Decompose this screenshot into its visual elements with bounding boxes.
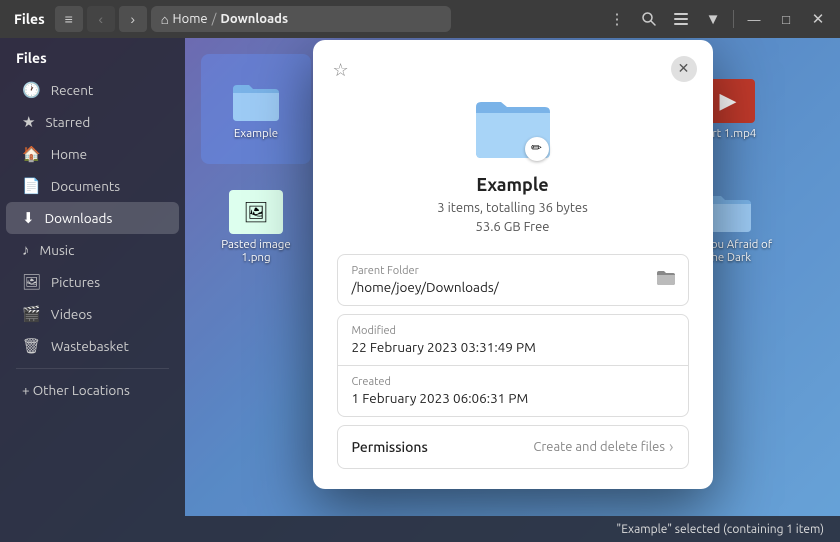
search-button[interactable] [635, 6, 663, 32]
modal-fields: Parent Folder /home/joey/Downloads/ [337, 254, 689, 469]
starred-icon: ★ [22, 113, 35, 131]
modified-label: Modified [352, 325, 674, 337]
maximize-button[interactable]: □ [772, 6, 800, 32]
sidebar-label-recent: Recent [51, 82, 94, 98]
sidebar-item-music[interactable]: ♪ Music [6, 234, 179, 266]
created-label: Created [352, 376, 674, 388]
star-button[interactable]: ☆ [329, 56, 353, 85]
sidebar-item-wastebasket[interactable]: 🗑 Wastebasket [6, 330, 179, 362]
sort-button[interactable]: ▼ [699, 6, 727, 32]
recent-icon: 🕐 [22, 81, 41, 99]
permissions-row[interactable]: Permissions Create and delete files › [337, 425, 689, 469]
open-folder-icon [656, 270, 676, 290]
sidebar-label-wastebasket: Wastebasket [51, 338, 129, 354]
music-icon: ♪ [22, 241, 30, 259]
breadcrumb-sep: / [212, 12, 217, 26]
created-field: Created 1 February 2023 06:06:31 PM [338, 365, 688, 416]
app-title: Files [8, 11, 51, 27]
modal-close-button[interactable]: ✕ [671, 56, 697, 82]
main-area: Files 🕐 Recent ★ Starred 🏠 Home 📄 Docume… [0, 38, 840, 516]
sidebar-label-videos: Videos [51, 306, 92, 322]
permissions-value-row: Create and delete files › [533, 438, 673, 456]
chevron-right-icon: › [669, 438, 674, 456]
titlebar-left: Files ≡ ‹ › ⌂ Home / Downloads [8, 6, 599, 32]
sidebar-item-videos[interactable]: 🎬 Videos [6, 298, 179, 330]
sidebar-item-starred[interactable]: ★ Starred [6, 106, 179, 138]
file-properties-modal: ☆ ✕ ✏ Example [313, 40, 713, 489]
breadcrumb: ⌂ Home / Downloads [151, 6, 451, 32]
sidebar-item-documents[interactable]: 📄 Documents [6, 170, 179, 202]
parent-folder-label: Parent Folder [352, 265, 674, 277]
sidebar-item-downloads[interactable]: ⬇ Downloads [6, 202, 179, 234]
trash-icon: 🗑 [22, 337, 41, 355]
window-close-button[interactable]: ✕ [804, 6, 832, 32]
sidebar-title: Files [0, 46, 185, 74]
sidebar-divider [16, 368, 169, 369]
parent-folder-value: /home/joey/Downloads/ [352, 279, 674, 295]
list-icon [673, 11, 689, 27]
sidebar-label-pictures: Pictures [51, 274, 100, 290]
breadcrumb-home[interactable]: Home [173, 12, 208, 26]
content-area: Example 📊 VHS Actions_Patte rns.pat 🖼 ma… [185, 38, 840, 516]
sidebar-label-downloads: Downloads [45, 210, 113, 226]
modal-body: ✏ Example 3 items, totalling 36 bytes 53… [313, 85, 713, 489]
sidebar-item-home[interactable]: 🏠 Home [6, 138, 179, 170]
modal-subtitle-items: 3 items, totalling 36 bytes [437, 199, 587, 219]
modal-subtitle-free: 53.6 GB Free [476, 218, 550, 238]
modal-title: Example [476, 175, 548, 195]
edit-badge: ✏ [525, 137, 549, 161]
modal-header: ☆ ✕ [313, 40, 713, 85]
other-locations-label: + Other Locations [22, 382, 130, 398]
statusbar: "Example" selected (containing 1 item) [0, 516, 840, 542]
sidebar-item-pictures[interactable]: 🖼 Pictures [6, 266, 179, 298]
sidebar: Files 🕐 Recent ★ Starred 🏠 Home 📄 Docume… [0, 38, 185, 516]
titlebar-right: ⋮ ▼ — □ ✕ [603, 6, 832, 32]
breadcrumb-current: Downloads [220, 12, 288, 26]
permissions-label: Permissions [352, 439, 428, 455]
home-icon: 🏠 [22, 145, 41, 163]
minimize-button[interactable]: — [740, 6, 768, 32]
view-toggle-button[interactable] [667, 6, 695, 32]
modal-overlay: ☆ ✕ ✏ Example [185, 38, 840, 490]
modal-folder-icon-container: ✏ [473, 93, 553, 163]
hamburger-button[interactable]: ≡ [55, 6, 83, 32]
pictures-icon: 🖼 [22, 273, 41, 291]
forward-button[interactable]: › [119, 6, 147, 32]
dates-field: Modified 22 February 2023 03:31:49 PM Cr… [337, 314, 689, 417]
titlebar: Files ≡ ‹ › ⌂ Home / Downloads ⋮ ▼ — [0, 0, 840, 38]
separator [733, 10, 734, 28]
search-icon [641, 11, 657, 27]
sidebar-item-recent[interactable]: 🕐 Recent [6, 74, 179, 106]
statusbar-text: "Example" selected (containing 1 item) [616, 523, 824, 536]
documents-icon: 📄 [22, 177, 41, 195]
modified-value: 22 February 2023 03:31:49 PM [352, 339, 674, 355]
sidebar-label-starred: Starred [45, 114, 90, 130]
sidebar-label-documents: Documents [51, 178, 120, 194]
breadcrumb-home-icon: ⌂ [161, 12, 169, 27]
sidebar-item-other-locations[interactable]: + Other Locations [6, 375, 179, 405]
back-button[interactable]: ‹ [87, 6, 115, 32]
created-value: 1 February 2023 06:06:31 PM [352, 390, 674, 406]
permissions-value: Create and delete files [533, 440, 665, 454]
sidebar-title-text: Files [16, 50, 47, 66]
sidebar-label-home: Home [51, 146, 87, 162]
more-button[interactable]: ⋮ [603, 6, 631, 32]
modified-field: Modified 22 February 2023 03:31:49 PM [338, 315, 688, 365]
parent-folder-field: Parent Folder /home/joey/Downloads/ [337, 254, 689, 306]
sidebar-label-music: Music [40, 242, 75, 258]
videos-icon: 🎬 [22, 305, 41, 323]
downloads-icon: ⬇ [22, 209, 35, 227]
pencil-icon: ✏ [531, 141, 542, 156]
